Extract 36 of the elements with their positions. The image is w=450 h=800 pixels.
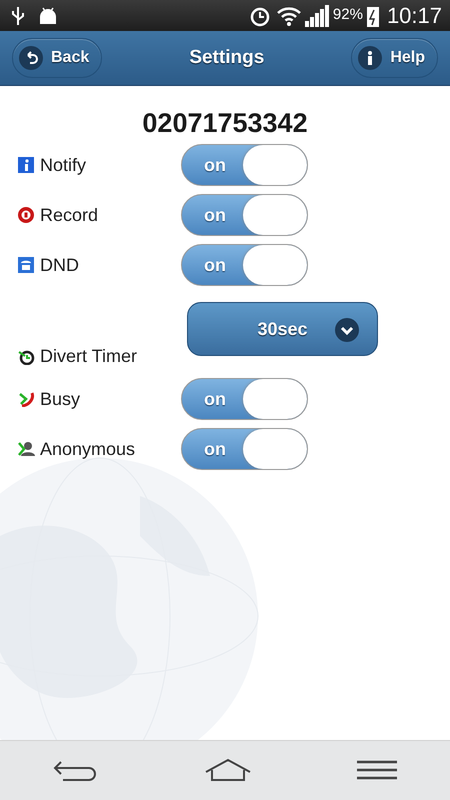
clock: 10:17 [386, 2, 442, 30]
home-button[interactable] [204, 758, 252, 783]
setting-label: Record [40, 204, 98, 226]
help-button[interactable]: Help [351, 38, 438, 78]
signal-icon [304, 4, 329, 26]
setting-label: Notify [40, 154, 86, 177]
phone-number: 02071753342 [141, 107, 309, 140]
phone-icon [18, 257, 36, 273]
menu-button[interactable] [357, 758, 398, 782]
setting-label: Anonymous [40, 438, 136, 461]
toggle-switch[interactable]: on [181, 244, 308, 286]
info-icon [18, 157, 36, 173]
screen-title: Settings [189, 46, 264, 70]
home-icon [204, 758, 252, 782]
chevron-down-icon [335, 318, 359, 342]
toggle-switch[interactable]: on [181, 428, 308, 470]
record-icon [18, 207, 36, 223]
setting-label: Busy [40, 388, 80, 411]
battery-charging-icon [366, 4, 379, 26]
phone-arrow-icon [18, 391, 36, 407]
toggle-switch[interactable]: on [181, 144, 308, 186]
setting-label: DND [40, 254, 79, 276]
person-icon [18, 441, 36, 457]
toggle-switch[interactable]: on [181, 194, 308, 236]
wifi-icon [276, 6, 301, 26]
setting-label: Divert Timer [40, 345, 138, 368]
android-icon [38, 6, 58, 26]
menu-icon [357, 760, 398, 780]
timer-icon [18, 348, 36, 364]
dropdown[interactable]: 30sec [187, 302, 378, 356]
info-icon [358, 46, 382, 70]
usb-icon [12, 6, 24, 26]
back-button[interactable]: Back [12, 38, 102, 78]
battery-percent: 92% [332, 5, 363, 26]
toggle-switch[interactable]: on [181, 378, 308, 420]
back-icon [19, 46, 43, 70]
